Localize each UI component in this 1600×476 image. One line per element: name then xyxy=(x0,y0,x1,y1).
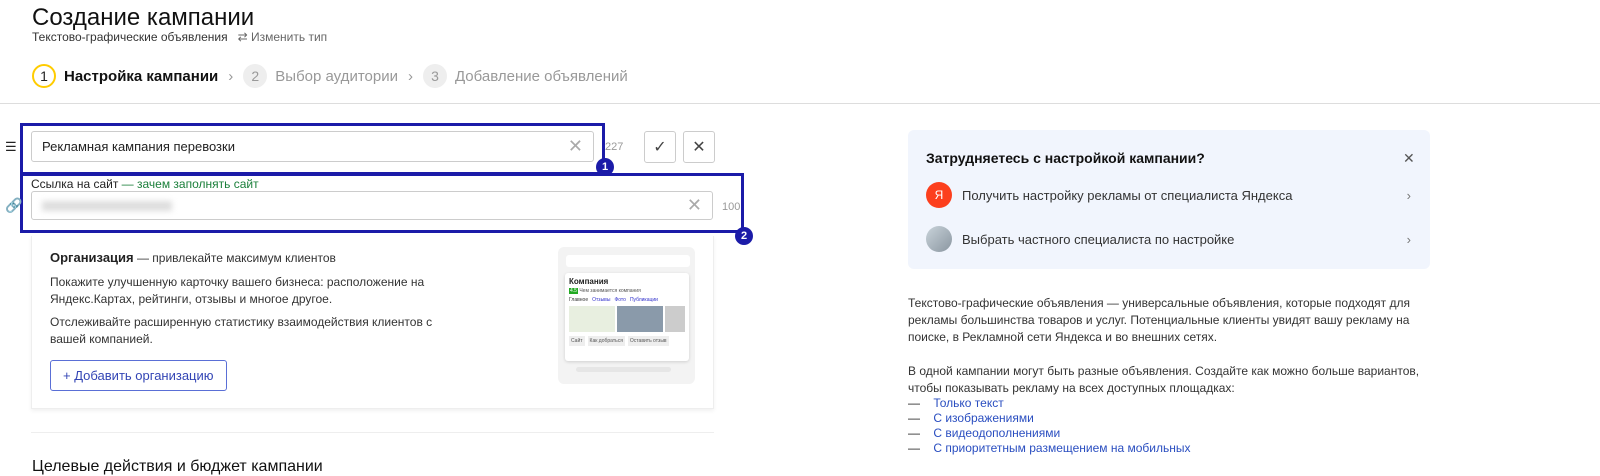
preview-tab: Публикации xyxy=(629,297,658,303)
check-icon: ✓ xyxy=(653,139,667,156)
preview-rating: 4.5 xyxy=(569,288,578,294)
org-title-text: Организация xyxy=(50,250,134,265)
site-hint-link[interactable]: — зачем заполнять сайт xyxy=(122,177,259,191)
change-type-label: Изменить тип xyxy=(251,30,328,44)
help-item-yandex[interactable]: Я Получить настройку рекламы от специалис… xyxy=(926,182,1411,208)
add-organization-label: Добавить организацию xyxy=(74,368,214,383)
link-text-only[interactable]: Только текст xyxy=(933,396,1003,410)
site-label: Ссылка на сайт xyxy=(31,177,119,191)
close-icon: ✕ xyxy=(692,139,706,156)
close-icon[interactable]: ✕ xyxy=(1403,150,1415,167)
name-counter: 227 xyxy=(605,141,624,153)
campaign-type-label: Текстово-графические объявления xyxy=(32,30,228,44)
help-item-label: Получить настройку рекламы от специалист… xyxy=(962,187,1293,203)
link-images[interactable]: С изображениями xyxy=(933,411,1033,425)
specialist-avatar xyxy=(926,226,952,252)
description-p2: В одной кампании могут быть разные объяв… xyxy=(908,364,1420,395)
help-panel: Затрудняетесь с настройкой кампании? ✕ Я… xyxy=(908,130,1430,269)
link-mobile[interactable]: С приоритетным размещением на мобильных xyxy=(933,441,1190,455)
ad-type-links: — Только текст — С изображениями — С вид… xyxy=(908,396,1191,455)
campaign-type: Текстово-графические объявления ⇄ Измени… xyxy=(32,30,327,44)
campaign-name-input[interactable]: Рекламная кампания перевозки ✕ xyxy=(31,131,594,162)
org-description: Покажите улучшенную карточку вашего бизн… xyxy=(50,275,425,306)
help-item-label: Выбрать частного специалиста по настройк… xyxy=(962,231,1235,247)
description-p1: Текстово-графические объявления — универ… xyxy=(908,296,1410,344)
preview-tab: Отзывы xyxy=(592,297,611,303)
preview-button: Оставить отзыв xyxy=(627,336,669,346)
chevron-right-icon: › xyxy=(228,67,234,85)
clear-icon[interactable]: ✕ xyxy=(568,136,583,157)
confirm-button[interactable]: ✓ xyxy=(644,131,676,163)
org-stats-text: Отслеживайте расширенную статистику взаи… xyxy=(50,315,433,346)
chevron-right-icon: › xyxy=(1406,187,1411,203)
org-title: Организация — привлекайте максимум клиен… xyxy=(50,250,336,265)
step-number: 1 xyxy=(32,64,56,88)
divider xyxy=(31,432,714,433)
help-title: Затрудняетесь с настройкой кампании? xyxy=(926,150,1205,166)
preview-button: Как добраться xyxy=(587,336,625,346)
add-organization-button[interactable]: + Добавить организацию xyxy=(50,360,227,391)
step-2[interactable]: Выбор аудитории xyxy=(275,68,398,85)
site-label-row: Ссылка на сайт — зачем заполнять сайт xyxy=(31,177,259,191)
swap-icon: ⇄ xyxy=(237,30,251,44)
chevron-right-icon: › xyxy=(407,67,413,85)
yandex-logo-icon: Я xyxy=(926,182,952,208)
badge-2: 2 xyxy=(735,227,753,245)
campaign-name-icon: ☰ xyxy=(5,139,17,154)
step-3[interactable]: Добавление объявлений xyxy=(455,68,628,85)
chevron-right-icon: › xyxy=(1406,231,1411,247)
step-1[interactable]: Настройка кампании xyxy=(64,68,218,85)
campaign-name-value: Рекламная кампания перевозки xyxy=(42,139,235,154)
link-icon: 🔗 xyxy=(5,197,23,213)
help-item-private[interactable]: Выбрать частного специалиста по настройк… xyxy=(926,226,1411,252)
plus-icon: + xyxy=(63,368,75,383)
link-video[interactable]: С видеодополнениями xyxy=(933,426,1060,440)
change-type-link[interactable]: ⇄ Изменить тип xyxy=(238,30,328,44)
blurred-url xyxy=(42,200,172,211)
org-title-hint: — привлекайте максимум клиентов xyxy=(133,251,336,265)
step-number: 2 xyxy=(243,64,268,88)
step-number: 3 xyxy=(422,64,447,88)
stepper: 1 Настройка кампании › 2 Выбор аудитории › 3… xyxy=(32,64,638,88)
cancel-button[interactable]: ✕ xyxy=(683,131,715,163)
preview-tab: Главное xyxy=(569,297,589,303)
divider xyxy=(0,103,1600,104)
section-title: Целевые действия и бюджет кампании xyxy=(32,458,323,475)
site-url-input[interactable]: ✕ xyxy=(31,191,713,220)
organization-preview-image: Компания 4.5 Чем занимается компания Гла… xyxy=(558,247,695,384)
clear-icon[interactable]: ✕ xyxy=(687,195,702,216)
preview-button: Сайт xyxy=(569,336,585,346)
preview-tagline: Чем занимается компания xyxy=(579,288,641,294)
description: Текстово-графические объявления — универ… xyxy=(908,295,1428,397)
preview-tab: Фото xyxy=(614,297,626,303)
preview-company: Компания xyxy=(569,277,609,286)
site-counter: 100 xyxy=(722,201,741,213)
page-title: Создание кампании xyxy=(32,4,255,31)
